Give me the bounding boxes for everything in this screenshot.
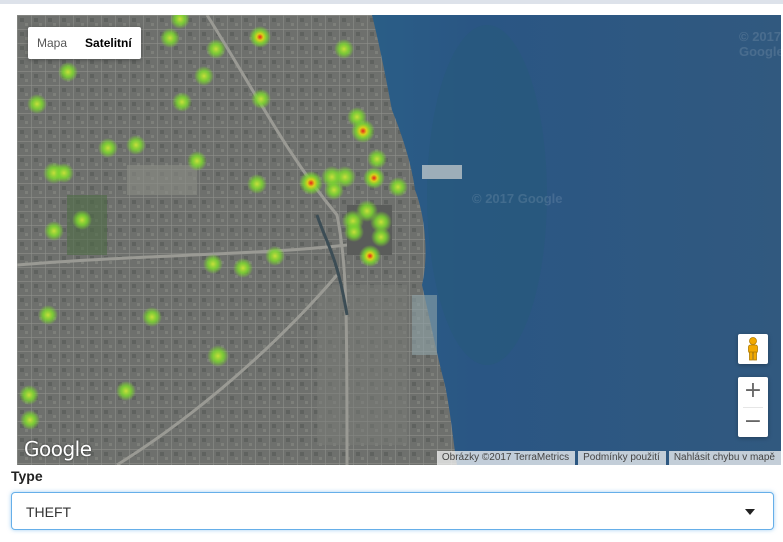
map-container[interactable]: © 2017 Google © 2017 Google Mapa Satelit…	[17, 15, 781, 465]
terms-of-use-link[interactable]: Podmínky použití	[578, 451, 666, 465]
zoom-control: + −	[738, 377, 768, 437]
map-watermark: © 2017 Google	[739, 29, 781, 59]
type-filter-selected-value: THEFT	[26, 504, 72, 520]
street-view-pegman[interactable]	[738, 334, 768, 364]
type-filter-select[interactable]: THEFT	[11, 492, 774, 530]
zoom-out-button[interactable]: −	[738, 408, 768, 438]
imagery-attribution: Obrázky ©2017 TerraMetrics	[436, 451, 576, 465]
report-error-link[interactable]: Nahlásit chybu v mapě	[668, 451, 781, 465]
pegman-icon	[748, 337, 758, 361]
top-divider	[0, 0, 783, 4]
type-filter-label: Type	[11, 468, 43, 484]
map-type-button-satellite[interactable]: Satelitní	[76, 27, 141, 59]
map-attribution: Obrázky ©2017 TerraMetrics Podmínky použ…	[434, 451, 781, 465]
google-logo[interactable]: Google	[24, 437, 92, 461]
plus-icon: +	[743, 378, 763, 403]
map-watermark: © 2017 Google	[472, 191, 563, 206]
caret-down-icon	[745, 509, 755, 515]
zoom-in-button[interactable]: +	[738, 377, 768, 407]
minus-icon: −	[743, 409, 763, 434]
map-type-button-map[interactable]: Mapa	[28, 27, 76, 59]
map-type-control: Mapa Satelitní	[28, 27, 141, 59]
satellite-map[interactable]	[17, 15, 781, 465]
